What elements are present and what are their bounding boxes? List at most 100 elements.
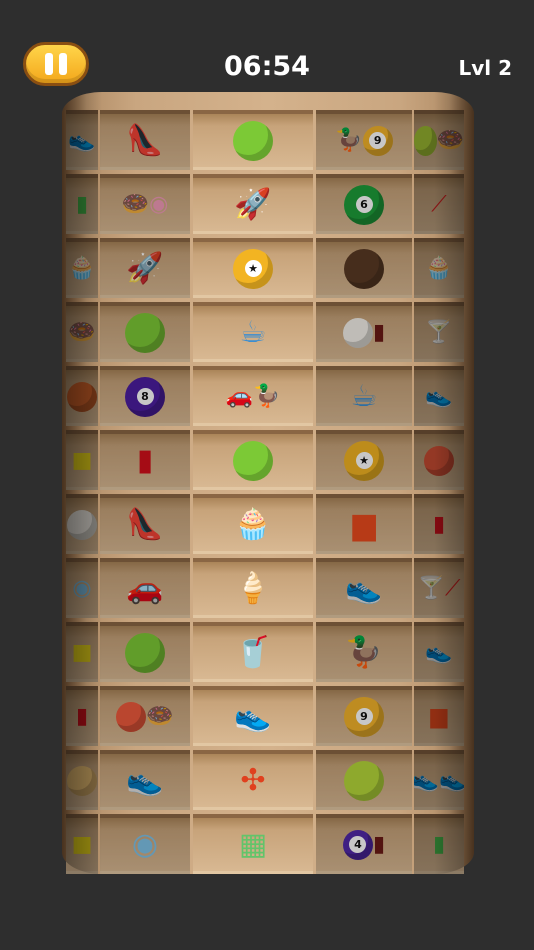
shelf-slot[interactable]: 👟 [414,622,464,682]
shelf-slot[interactable]: 🥤 [193,622,313,682]
cupcake-icon[interactable]: 🧁 [68,257,95,280]
cola-bottle-icon[interactable]: ▮ [373,833,385,856]
cupcake-icon[interactable]: 🧁 [425,257,452,280]
donut-pink-icon[interactable]: 🍩 [68,321,95,344]
coin-gold-icon[interactable]: ★ [233,248,273,289]
shelf-slot[interactable] [316,238,412,298]
shelf-slot[interactable]: 🍸 [414,302,464,362]
shelf-slot[interactable]: 🍦 [193,558,313,618]
cola-can-icon[interactable]: ▮ [137,445,154,476]
pool-ball-8-icon[interactable]: 8 [125,376,165,417]
shelf-slot[interactable]: 9 [316,686,412,746]
shelf-slot[interactable] [100,302,190,362]
ice-cream-cone-icon[interactable]: 🍦 [234,573,271,604]
shelf-slot[interactable]: ✣ [193,750,313,810]
sponge-yellow-icon[interactable]: ■ [72,641,93,664]
shelf-slot[interactable]: ☕ [316,366,412,426]
candy-cane-icon[interactable]: ⟋ [431,193,446,216]
shelf-slot[interactable]: ★ [193,238,313,298]
shelf-slot[interactable]: ▆ [414,686,464,746]
toy-brick-red-icon[interactable]: ▆ [352,509,375,540]
shelf-slot[interactable]: ◉ [100,814,190,874]
shelf-slot[interactable]: 6 [316,174,412,234]
rubber-duck-icon[interactable]: 🦆 [253,385,280,408]
rocket-icon[interactable]: 🚀 [234,189,271,220]
shelf-slot[interactable]: ■ [66,814,98,874]
tennis-ball-icon[interactable] [414,125,437,156]
shelf-slot[interactable]: 🧁 [193,494,313,554]
toy-brick-red-icon[interactable]: ▆ [431,705,448,728]
bowling-ball-green-icon[interactable] [125,312,165,353]
donut-pink-icon[interactable]: 🍩 [122,193,149,216]
mug-blue-icon[interactable]: ☕ [351,381,378,412]
shelf-slot[interactable]: ▮ [316,302,412,362]
sneaker-green-icon[interactable]: 👟 [234,701,271,732]
shelf-slot[interactable]: 8 [100,366,190,426]
shelf-slot[interactable]: ☕ [193,302,313,362]
shelf-slot[interactable]: 👟 [66,110,98,170]
cocktail-glass-icon[interactable]: 🍸 [425,321,452,344]
shelf-slot[interactable]: ▮ [414,814,464,874]
shelf-slot[interactable]: ▮ [100,430,190,490]
bowling-ball-green-icon[interactable] [233,120,273,161]
pool-ball-9-icon[interactable]: 9 [362,125,393,156]
cocktail-glass-icon[interactable]: 🍸 [418,577,445,600]
macaron-blue-icon[interactable]: ◉ [132,829,158,860]
shelf-slot[interactable]: 🚗 🦆 [193,366,313,426]
shelf-slot[interactable]: 👟 [193,686,313,746]
pool-ball-4-icon[interactable]: 4 [342,829,373,860]
candy-cane-icon[interactable]: ⟋ [445,577,460,600]
cookie-brown-icon[interactable] [344,248,384,289]
shelf-slot[interactable] [66,750,98,810]
shelf-slot[interactable]: 4 ▮ [316,814,412,874]
shelf-slot[interactable]: 🍩 [66,302,98,362]
shelf-slot[interactable]: 🍸 ⟋ [414,558,464,618]
pool-ball-6-icon[interactable]: 6 [344,184,384,225]
sneaker-green-icon[interactable]: 👟 [414,769,439,792]
shelf-slot[interactable]: 👠 [100,494,190,554]
beach-ball-icon[interactable] [424,445,454,476]
rubber-duck-icon[interactable]: 🦆 [345,637,382,668]
pool-ball-9-icon[interactable]: 9 [344,696,384,737]
shelf-slot[interactable] [193,430,313,490]
donut-pink-icon[interactable]: 🍩 [146,705,173,728]
lighter-green-icon[interactable]: ▮ [433,833,445,856]
tennis-ball-icon[interactable] [344,760,384,801]
sneaker-black-icon[interactable]: 👟 [439,769,464,792]
cola-bottle-icon[interactable]: ▮ [373,321,385,344]
shelf-slot[interactable]: 🚀 [193,174,313,234]
sneaker-black-icon[interactable]: 👟 [345,573,382,604]
shelf-slot[interactable] [66,494,98,554]
donut-pink-icon[interactable]: 🍩 [437,129,464,152]
shelf-slot[interactable] [414,430,464,490]
high-heel-red-icon[interactable]: 👠 [126,509,163,540]
bowling-ball-green-icon[interactable] [233,440,273,481]
rocket-icon[interactable]: 🚀 [126,253,163,284]
shelf-slot[interactable]: ■ [66,430,98,490]
cupcake-icon[interactable]: 🧁 [234,509,271,540]
sneaker-navy-icon[interactable]: 👟 [425,641,452,664]
sneaker-blue-icon[interactable]: 👟 [425,385,452,408]
pop-it-toy-icon[interactable]: ▦ [239,829,267,860]
shelf-slot[interactable]: ▦ [193,814,313,874]
shelf-slot[interactable]: ■ [66,622,98,682]
shelf-slot[interactable]: 🧁 [66,238,98,298]
shelf-slot[interactable]: 🍩 [414,110,464,170]
shelf-slot[interactable]: 🧁 [414,238,464,298]
fidget-spinner-icon[interactable]: ✣ [240,765,265,796]
shelf-slot[interactable]: 👟 [100,750,190,810]
cola-can-icon[interactable]: ▮ [433,513,445,536]
bowling-ball-green-icon[interactable] [125,632,165,673]
shelf-slot[interactable] [316,750,412,810]
high-heel-white-icon[interactable]: 👠 [126,125,163,156]
lighter-green-icon[interactable]: ▮ [76,193,88,216]
shelf-slot[interactable]: ◉ [66,558,98,618]
shelf-slot[interactable] [66,366,98,426]
mug-blue-icon[interactable]: ☕ [240,317,267,348]
shelf-slot[interactable]: ▮ [414,494,464,554]
shelf-slot[interactable]: 🦆 9 [316,110,412,170]
shelf-slot[interactable]: 👟 [414,366,464,426]
shelf-slot[interactable]: 🦆 [316,622,412,682]
cola-can-icon[interactable]: ▮ [76,705,88,728]
shelf-slot[interactable]: 👠 [100,110,190,170]
